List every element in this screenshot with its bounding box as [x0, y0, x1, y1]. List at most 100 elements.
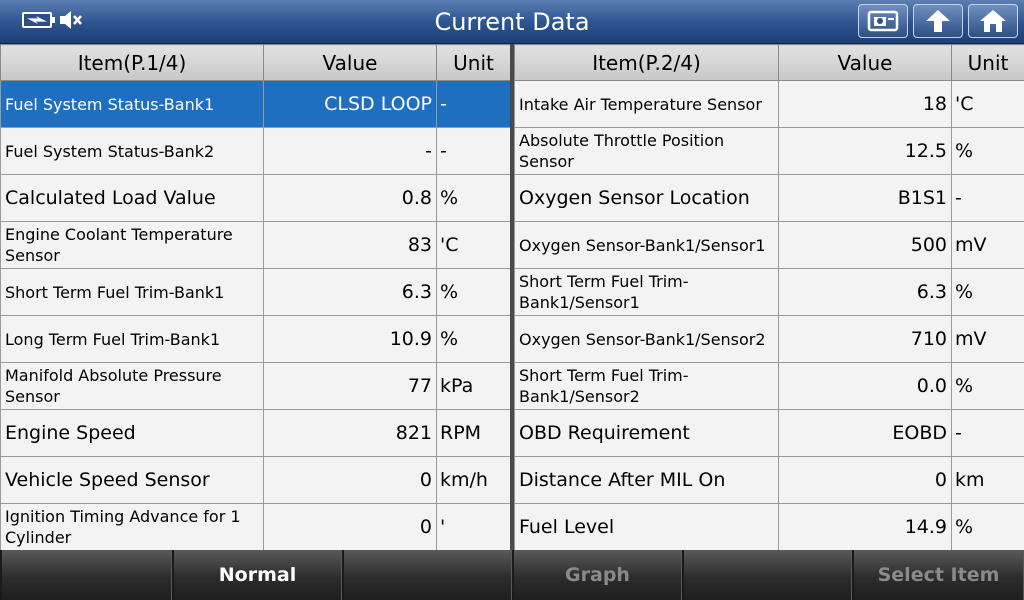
item-name: Absolute Throttle Position Sensor — [514, 127, 779, 175]
toolbar-button-empty-3[interactable] — [342, 550, 512, 600]
table-row[interactable]: Oxygen Sensor-Bank1/Sensor2 710 mV — [514, 315, 1024, 363]
item-name: Intake Air Temperature Sensor — [514, 80, 779, 128]
item-value: 77 — [263, 362, 437, 410]
item-name: Calculated Load Value — [0, 174, 264, 222]
item-name: Oxygen Sensor-Bank1/Sensor1 — [514, 221, 779, 269]
item-name: OBD Requirement — [514, 409, 779, 457]
table-row[interactable]: Oxygen Sensor-Bank1/Sensor1 500 mV — [514, 221, 1024, 269]
table-row[interactable]: Long Term Fuel Trim-Bank1 10.9 % — [0, 315, 511, 363]
toolbar-button-empty-1[interactable] — [0, 550, 172, 600]
column-header-unit[interactable]: Unit — [436, 44, 511, 81]
item-name: Fuel Level — [514, 503, 779, 551]
column-header-item[interactable]: Item(P.2/4) — [514, 44, 779, 81]
item-unit: % — [951, 362, 1024, 410]
item-value: 500 — [778, 221, 952, 269]
item-unit: % — [436, 174, 511, 222]
table-header-row: Item(P.2/4) Value Unit — [514, 44, 1024, 81]
item-value: 10.9 — [263, 315, 437, 363]
item-name: Oxygen Sensor Location — [514, 174, 779, 222]
table-row[interactable]: Fuel System Status-Bank1 CLSD LOOP - — [0, 80, 511, 128]
column-header-unit[interactable]: Unit — [951, 44, 1024, 81]
table-row[interactable]: Oxygen Sensor Location B1S1 - — [514, 174, 1024, 222]
item-name: Fuel System Status-Bank2 — [0, 127, 264, 175]
item-value: 14.9 — [778, 503, 952, 551]
item-value: 0 — [263, 456, 437, 504]
item-name: Distance After MIL On — [514, 456, 779, 504]
table-row[interactable]: Manifold Absolute Pressure Sensor 77 kPa — [0, 362, 511, 410]
item-value: 18 — [778, 80, 952, 128]
table-row[interactable]: Fuel Level 14.9 % — [514, 503, 1024, 551]
item-name: Fuel System Status-Bank1 — [0, 80, 264, 128]
item-value: EOBD — [778, 409, 952, 457]
item-unit: km/h — [436, 456, 511, 504]
item-unit: mV — [951, 221, 1024, 269]
table-row[interactable]: Absolute Throttle Position Sensor 12.5 % — [514, 127, 1024, 175]
home-icon — [980, 10, 1006, 32]
column-header-value[interactable]: Value — [778, 44, 952, 81]
item-unit: mV — [951, 315, 1024, 363]
item-value: 710 — [778, 315, 952, 363]
item-unit: % — [436, 315, 511, 363]
item-unit: ' — [436, 503, 511, 551]
item-name: Short Term Fuel Trim-Bank1 — [0, 268, 264, 316]
item-name: Engine Coolant Temperature Sensor — [0, 221, 264, 269]
item-unit: % — [951, 127, 1024, 175]
screenshot-button[interactable] — [858, 4, 908, 38]
item-name: Ignition Timing Advance for 1 Cylinder — [0, 503, 264, 551]
table-row[interactable]: Ignition Timing Advance for 1 Cylinder 0… — [0, 503, 511, 551]
item-unit: km — [951, 456, 1024, 504]
item-value: 12.5 — [778, 127, 952, 175]
column-header-item[interactable]: Item(P.1/4) — [0, 44, 264, 81]
bottom-toolbar: Normal Graph Select Item — [0, 550, 1024, 600]
table-row[interactable]: Distance After MIL On 0 km — [514, 456, 1024, 504]
item-unit: - — [951, 174, 1024, 222]
table-row[interactable]: Engine Speed 821 RPM — [0, 409, 511, 457]
item-value: 83 — [263, 221, 437, 269]
toolbar-button-empty-5[interactable] — [682, 550, 852, 600]
item-name: Long Term Fuel Trim-Bank1 — [0, 315, 264, 363]
item-unit: % — [951, 503, 1024, 551]
back-button[interactable] — [913, 4, 963, 38]
home-button[interactable] — [968, 4, 1018, 38]
table-row[interactable]: Intake Air Temperature Sensor 18 'C — [514, 80, 1024, 128]
item-unit: kPa — [436, 362, 511, 410]
data-table-left: Item(P.1/4) Value Unit Fuel System Statu… — [0, 44, 511, 551]
item-name: Engine Speed — [0, 409, 264, 457]
item-value: 0 — [263, 503, 437, 551]
item-value: 6.3 — [263, 268, 437, 316]
item-value: - — [263, 127, 437, 175]
item-unit: - — [436, 127, 511, 175]
table-row[interactable]: Engine Coolant Temperature Sensor 83 'C — [0, 221, 511, 269]
item-value: 821 — [263, 409, 437, 457]
data-table-right: Item(P.2/4) Value Unit Intake Air Temper… — [514, 44, 1024, 551]
screenshot-icon — [867, 10, 899, 32]
item-value: 0.0 — [778, 362, 952, 410]
item-value: CLSD LOOP — [263, 80, 437, 128]
item-unit: % — [951, 268, 1024, 316]
table-row[interactable]: Calculated Load Value 0.8 % — [0, 174, 511, 222]
item-unit: % — [436, 268, 511, 316]
title-bar: Current Data — [0, 0, 1024, 44]
graph-button[interactable]: Graph — [512, 550, 682, 600]
item-name: Short Term Fuel Trim-Bank1/Sensor1 — [514, 268, 779, 316]
table-row[interactable]: Vehicle Speed Sensor 0 km/h — [0, 456, 511, 504]
table-row[interactable]: Short Term Fuel Trim-Bank1/Sensor2 0.0 % — [514, 362, 1024, 410]
select-item-button[interactable]: Select Item — [852, 550, 1024, 600]
item-value: 0 — [778, 456, 952, 504]
item-unit: - — [951, 409, 1024, 457]
item-value: B1S1 — [778, 174, 952, 222]
item-value: 6.3 — [778, 268, 952, 316]
column-header-value[interactable]: Value — [263, 44, 437, 81]
item-value: 0.8 — [263, 174, 437, 222]
item-unit: RPM — [436, 409, 511, 457]
back-arrow-icon — [926, 10, 950, 32]
table-row[interactable]: Short Term Fuel Trim-Bank1 6.3 % — [0, 268, 511, 316]
table-header-row: Item(P.1/4) Value Unit — [0, 44, 511, 81]
item-name: Manifold Absolute Pressure Sensor — [0, 362, 264, 410]
table-row[interactable]: Short Term Fuel Trim-Bank1/Sensor1 6.3 % — [514, 268, 1024, 316]
item-name: Oxygen Sensor-Bank1/Sensor2 — [514, 315, 779, 363]
table-row[interactable]: Fuel System Status-Bank2 - - — [0, 127, 511, 175]
item-name: Vehicle Speed Sensor — [0, 456, 264, 504]
table-row[interactable]: OBD Requirement EOBD - — [514, 409, 1024, 457]
normal-button[interactable]: Normal — [172, 550, 342, 600]
